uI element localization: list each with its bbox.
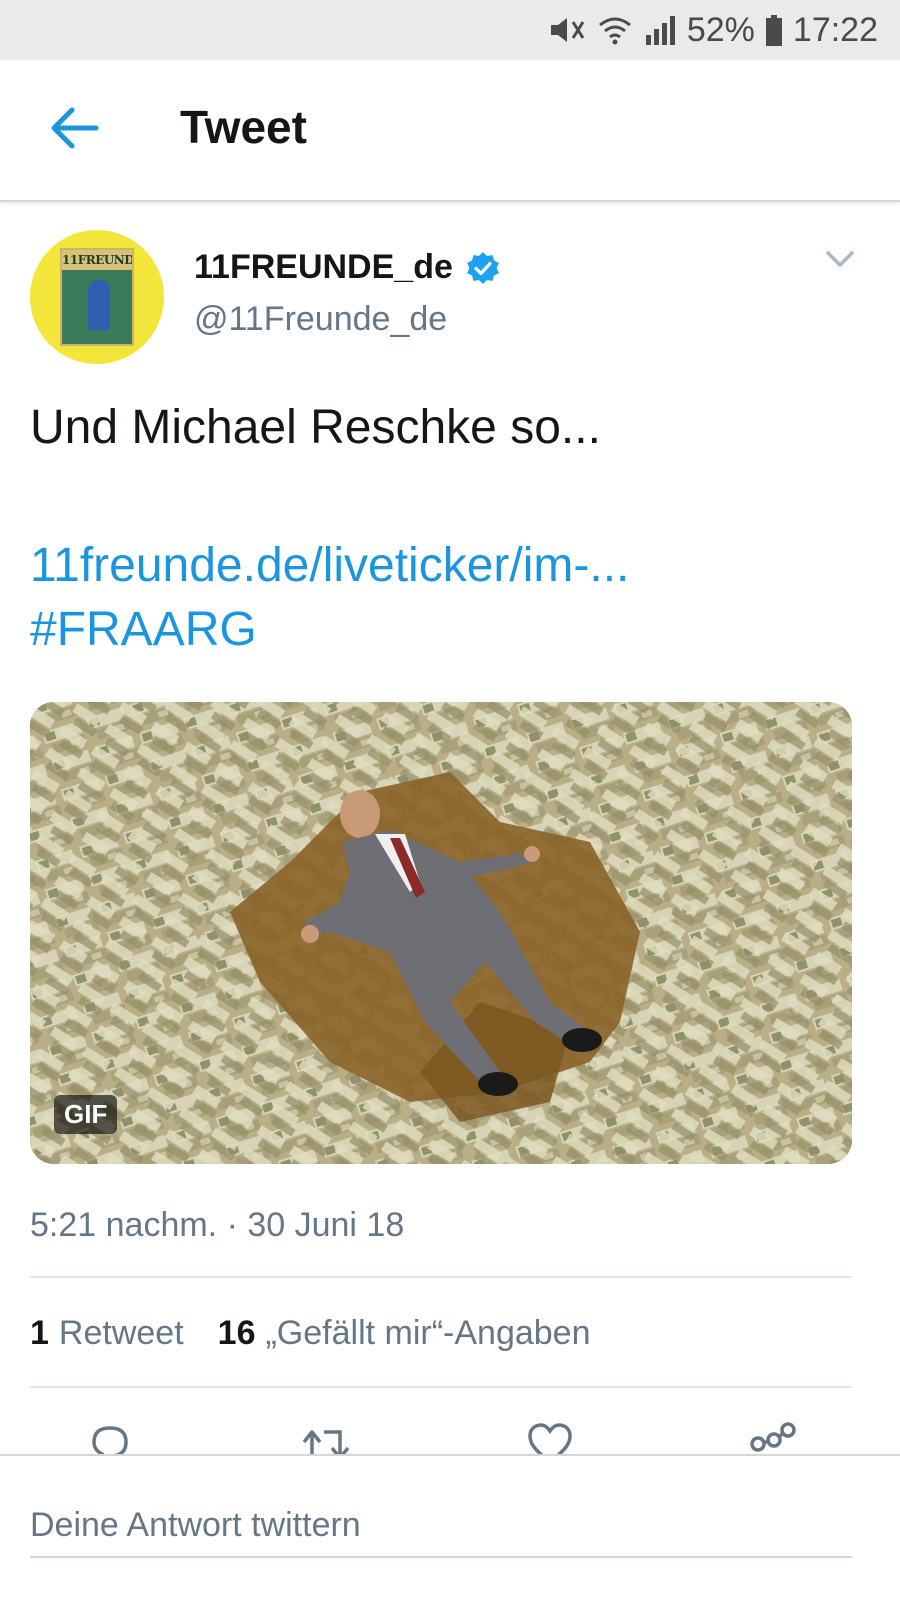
gif-preview-image bbox=[30, 702, 852, 1164]
likes-stat[interactable]: 16 „Gefällt mir“-Angaben bbox=[218, 1314, 591, 1353]
app-bar: Tweet bbox=[0, 60, 900, 202]
back-button[interactable] bbox=[42, 102, 108, 158]
user-name-row[interactable]: 11FREUNDE_de bbox=[194, 248, 501, 287]
reply-button[interactable] bbox=[80, 1420, 140, 1456]
avatar-text: 11FREUNDE bbox=[62, 250, 132, 270]
battery-icon bbox=[765, 13, 783, 47]
like-icon bbox=[525, 1420, 575, 1456]
share-icon bbox=[746, 1420, 798, 1456]
tweet-media-gif[interactable]: GIF bbox=[30, 702, 852, 1164]
cover-figure bbox=[88, 280, 110, 330]
clock: 17:22 bbox=[792, 10, 878, 49]
verified-badge-icon bbox=[465, 250, 501, 286]
magazine-cover-image: 11FREUNDE bbox=[60, 248, 134, 346]
reply-input[interactable] bbox=[30, 1494, 852, 1556]
tweet-link[interactable]: 11freunde.de/liveticker/im-... bbox=[30, 534, 629, 598]
gif-badge: GIF bbox=[54, 1095, 118, 1134]
tweet-timestamp: 5:21 nachm. · 30 Juni 18 bbox=[30, 1206, 405, 1244]
status-bar: 52% 17:22 bbox=[0, 0, 900, 60]
tweet-actions bbox=[0, 1420, 900, 1456]
signal-icon bbox=[643, 13, 677, 47]
reply-input-underline bbox=[30, 1556, 852, 1558]
tweet-text: Und Michael Reschke so... bbox=[30, 401, 601, 454]
tweet-options-button[interactable] bbox=[820, 246, 860, 276]
hashtag-link[interactable]: #FRAARG bbox=[30, 598, 257, 662]
mute-icon bbox=[547, 13, 587, 47]
reply-bar bbox=[0, 1454, 900, 1602]
likes-count: 16 bbox=[217, 1314, 256, 1352]
retweet-icon bbox=[300, 1420, 352, 1456]
arrow-left-icon bbox=[50, 106, 100, 155]
avatar[interactable]: 11FREUNDE bbox=[30, 230, 164, 364]
page-title: Tweet bbox=[180, 101, 307, 153]
like-button[interactable] bbox=[520, 1420, 580, 1456]
likes-label: „Gefällt mir“-Angaben bbox=[265, 1314, 591, 1352]
share-button[interactable] bbox=[742, 1420, 802, 1456]
retweets-count: 1 bbox=[30, 1314, 49, 1352]
user-handle[interactable]: @11Freunde_de bbox=[194, 300, 447, 339]
retweet-button[interactable] bbox=[296, 1420, 356, 1456]
battery-percent: 52% bbox=[686, 10, 755, 49]
wifi-icon bbox=[597, 13, 633, 47]
retweets-label: Retweet bbox=[58, 1314, 184, 1352]
divider bbox=[30, 1386, 852, 1388]
retweets-stat[interactable]: 1 Retweet bbox=[30, 1314, 184, 1353]
status-icons: 52% 17:22 bbox=[547, 8, 878, 52]
reply-icon bbox=[86, 1420, 134, 1456]
display-name: 11FREUNDE_de bbox=[194, 248, 453, 286]
divider bbox=[30, 1276, 852, 1278]
tweet-stats: 1 Retweet 16 „Gefällt mir“-Angaben bbox=[30, 1314, 591, 1353]
chevron-down-icon bbox=[825, 250, 855, 273]
